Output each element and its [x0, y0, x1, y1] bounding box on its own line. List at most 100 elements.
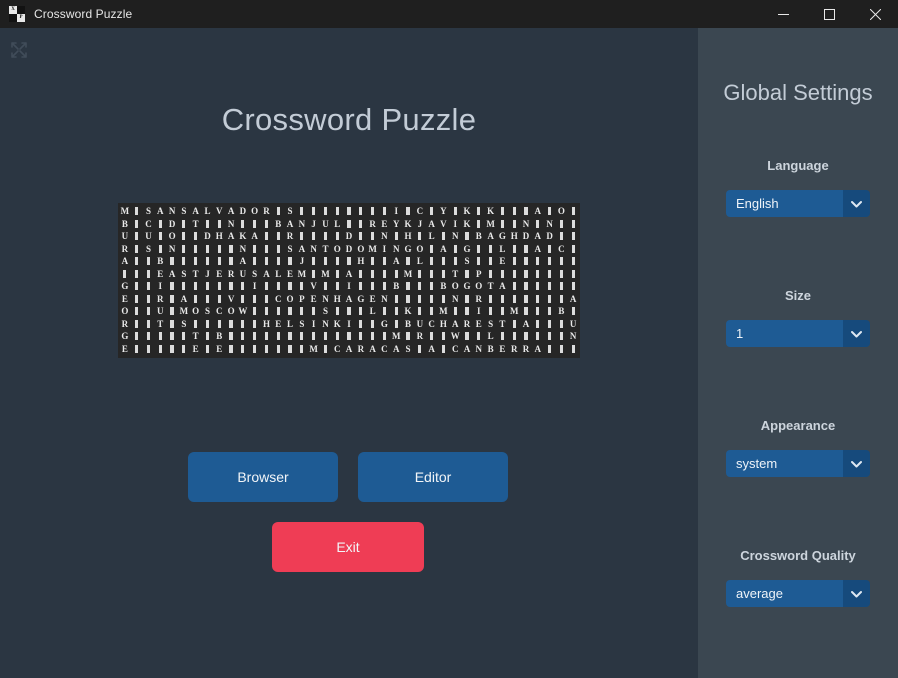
crossword-cell-letter: I [394, 206, 398, 216]
crossword-cell-letter: G [357, 293, 365, 304]
crossword-cell-empty [249, 218, 261, 231]
crossword-cell-empty [284, 280, 296, 293]
crossword-cell-empty [131, 268, 143, 281]
crossword-cell-letter: U [239, 268, 247, 279]
crossword-cell-letter: R [263, 206, 270, 216]
crossword-cell-empty [402, 205, 414, 218]
crossword-cell-letter: U [569, 318, 577, 329]
crossword-cell-empty [414, 268, 426, 281]
crossword-cell-letter: T [499, 318, 506, 329]
crossword-cell-empty [497, 293, 509, 306]
crossword-row: RSNNSANTODOMINGOAGLAC [119, 243, 579, 256]
editor-button[interactable]: Editor [358, 452, 508, 502]
crossword-cell-empty [237, 330, 249, 343]
app-icon-letter-p: P [17, 14, 25, 22]
crossword-cell-letter: N [322, 318, 329, 329]
crossword-cell-letter: R [286, 231, 294, 242]
app-icon-letter-x: X [9, 6, 17, 14]
crossword-cell-letter: C [381, 344, 388, 355]
crossword-cell-letter: H [404, 231, 412, 242]
crossword-cell-empty [143, 268, 155, 281]
crossword-cell-letter: N [475, 344, 483, 355]
crossword-cell-letter: E [499, 256, 506, 267]
crossword-cell-empty [272, 343, 284, 356]
crossword-cell-empty [379, 268, 391, 281]
app-window: X P Crossword Puzzle Crossword Puzzle M … [0, 0, 898, 678]
crossword-cell-empty [190, 318, 202, 331]
crossword-cell-empty [426, 268, 438, 281]
crossword-cell-empty [213, 218, 225, 231]
crossword-cell-empty [320, 330, 332, 343]
crossword-cell-letter: G [121, 281, 129, 292]
crossword-cell-empty [202, 318, 214, 331]
crossword-cell-letter: A [534, 231, 542, 242]
crossword-cell-letter: N [569, 331, 577, 342]
crossword-cell-letter: L [287, 318, 294, 329]
size-select[interactable]: 1 [726, 320, 870, 347]
crossword-cell-empty [544, 243, 556, 256]
crossword-cell-letter: E [475, 318, 482, 329]
window-title: Crossword Puzzle [34, 7, 133, 21]
crossword-cell-letter: B [157, 256, 164, 267]
language-label: Language [767, 158, 829, 173]
crossword-cell-empty [331, 330, 343, 343]
crossword-cell-empty [438, 268, 450, 281]
crossword-cell-empty [532, 268, 544, 281]
crossword-cell-empty [284, 255, 296, 268]
crossword-cell-letter: A [451, 318, 459, 329]
crossword-cell-letter: G [463, 243, 471, 254]
crossword-cell-letter: O [333, 243, 341, 254]
appearance-select[interactable]: system [726, 450, 870, 477]
crossword-cell-empty [166, 330, 178, 343]
minimize-icon[interactable] [760, 0, 806, 28]
exit-button[interactable]: Exit [272, 522, 424, 572]
browser-button[interactable]: Browser [188, 452, 338, 502]
crossword-cell-empty [355, 280, 367, 293]
crossword-cell-empty [178, 230, 190, 243]
crossword-cell-empty [485, 268, 497, 281]
crossword-cell-letter: C [145, 218, 152, 229]
crossword-cell-empty [272, 243, 284, 256]
crossword-cell-empty [261, 218, 273, 231]
maximize-icon[interactable] [806, 0, 852, 28]
global-settings-sidebar: Global Settings Language English Size 1 … [698, 28, 898, 678]
crossword-cell-letter: E [369, 293, 376, 304]
crossword-row: MSANSALVADORSICYKKAO [119, 205, 579, 218]
crossword-cell-empty [390, 293, 402, 306]
crossword-cell-empty [166, 280, 178, 293]
crossword-cell-empty [449, 243, 461, 256]
crossword-cell-letter: D [522, 231, 530, 242]
window-title-bar: X P Crossword Puzzle [0, 0, 898, 28]
crossword-cell-letter: A [227, 231, 235, 242]
close-icon[interactable] [852, 0, 898, 28]
crossword-cell-empty [438, 330, 450, 343]
crossword-cell-empty [367, 205, 379, 218]
crossword-cell-empty [555, 343, 567, 356]
crossword-cell-empty [272, 255, 284, 268]
fullscreen-expand-icon[interactable] [9, 40, 29, 60]
crossword-cell-empty [249, 305, 261, 318]
crossword-cell-empty [261, 305, 273, 318]
crossword-quality-select[interactable]: average [726, 580, 870, 607]
crossword-cell-letter: E [275, 318, 282, 329]
crossword-cell-empty [225, 255, 237, 268]
crossword-cell-letter: Y [392, 218, 400, 229]
language-select[interactable]: English [726, 190, 870, 217]
crossword-cell-letter: A [345, 344, 353, 355]
crossword-cell-empty [213, 243, 225, 256]
crossword-cell-empty [202, 255, 214, 268]
crossword-cell-letter: A [180, 293, 188, 304]
crossword-cell-empty [544, 255, 556, 268]
crossword-cell-letter: S [181, 318, 187, 329]
setting-group-appearance: Appearance system [698, 418, 898, 477]
crossword-cell-letter: W [450, 331, 460, 342]
crossword-cell-empty [367, 268, 379, 281]
crossword-cell-empty [249, 243, 261, 256]
crossword-cell-empty [178, 343, 190, 356]
crossword-cell-empty [532, 280, 544, 293]
crossword-cell-empty [355, 268, 367, 281]
crossword-cell-empty [154, 218, 166, 231]
crossword-cell-empty [379, 330, 391, 343]
crossword-cell-empty [202, 280, 214, 293]
crossword-cell-empty [355, 330, 367, 343]
